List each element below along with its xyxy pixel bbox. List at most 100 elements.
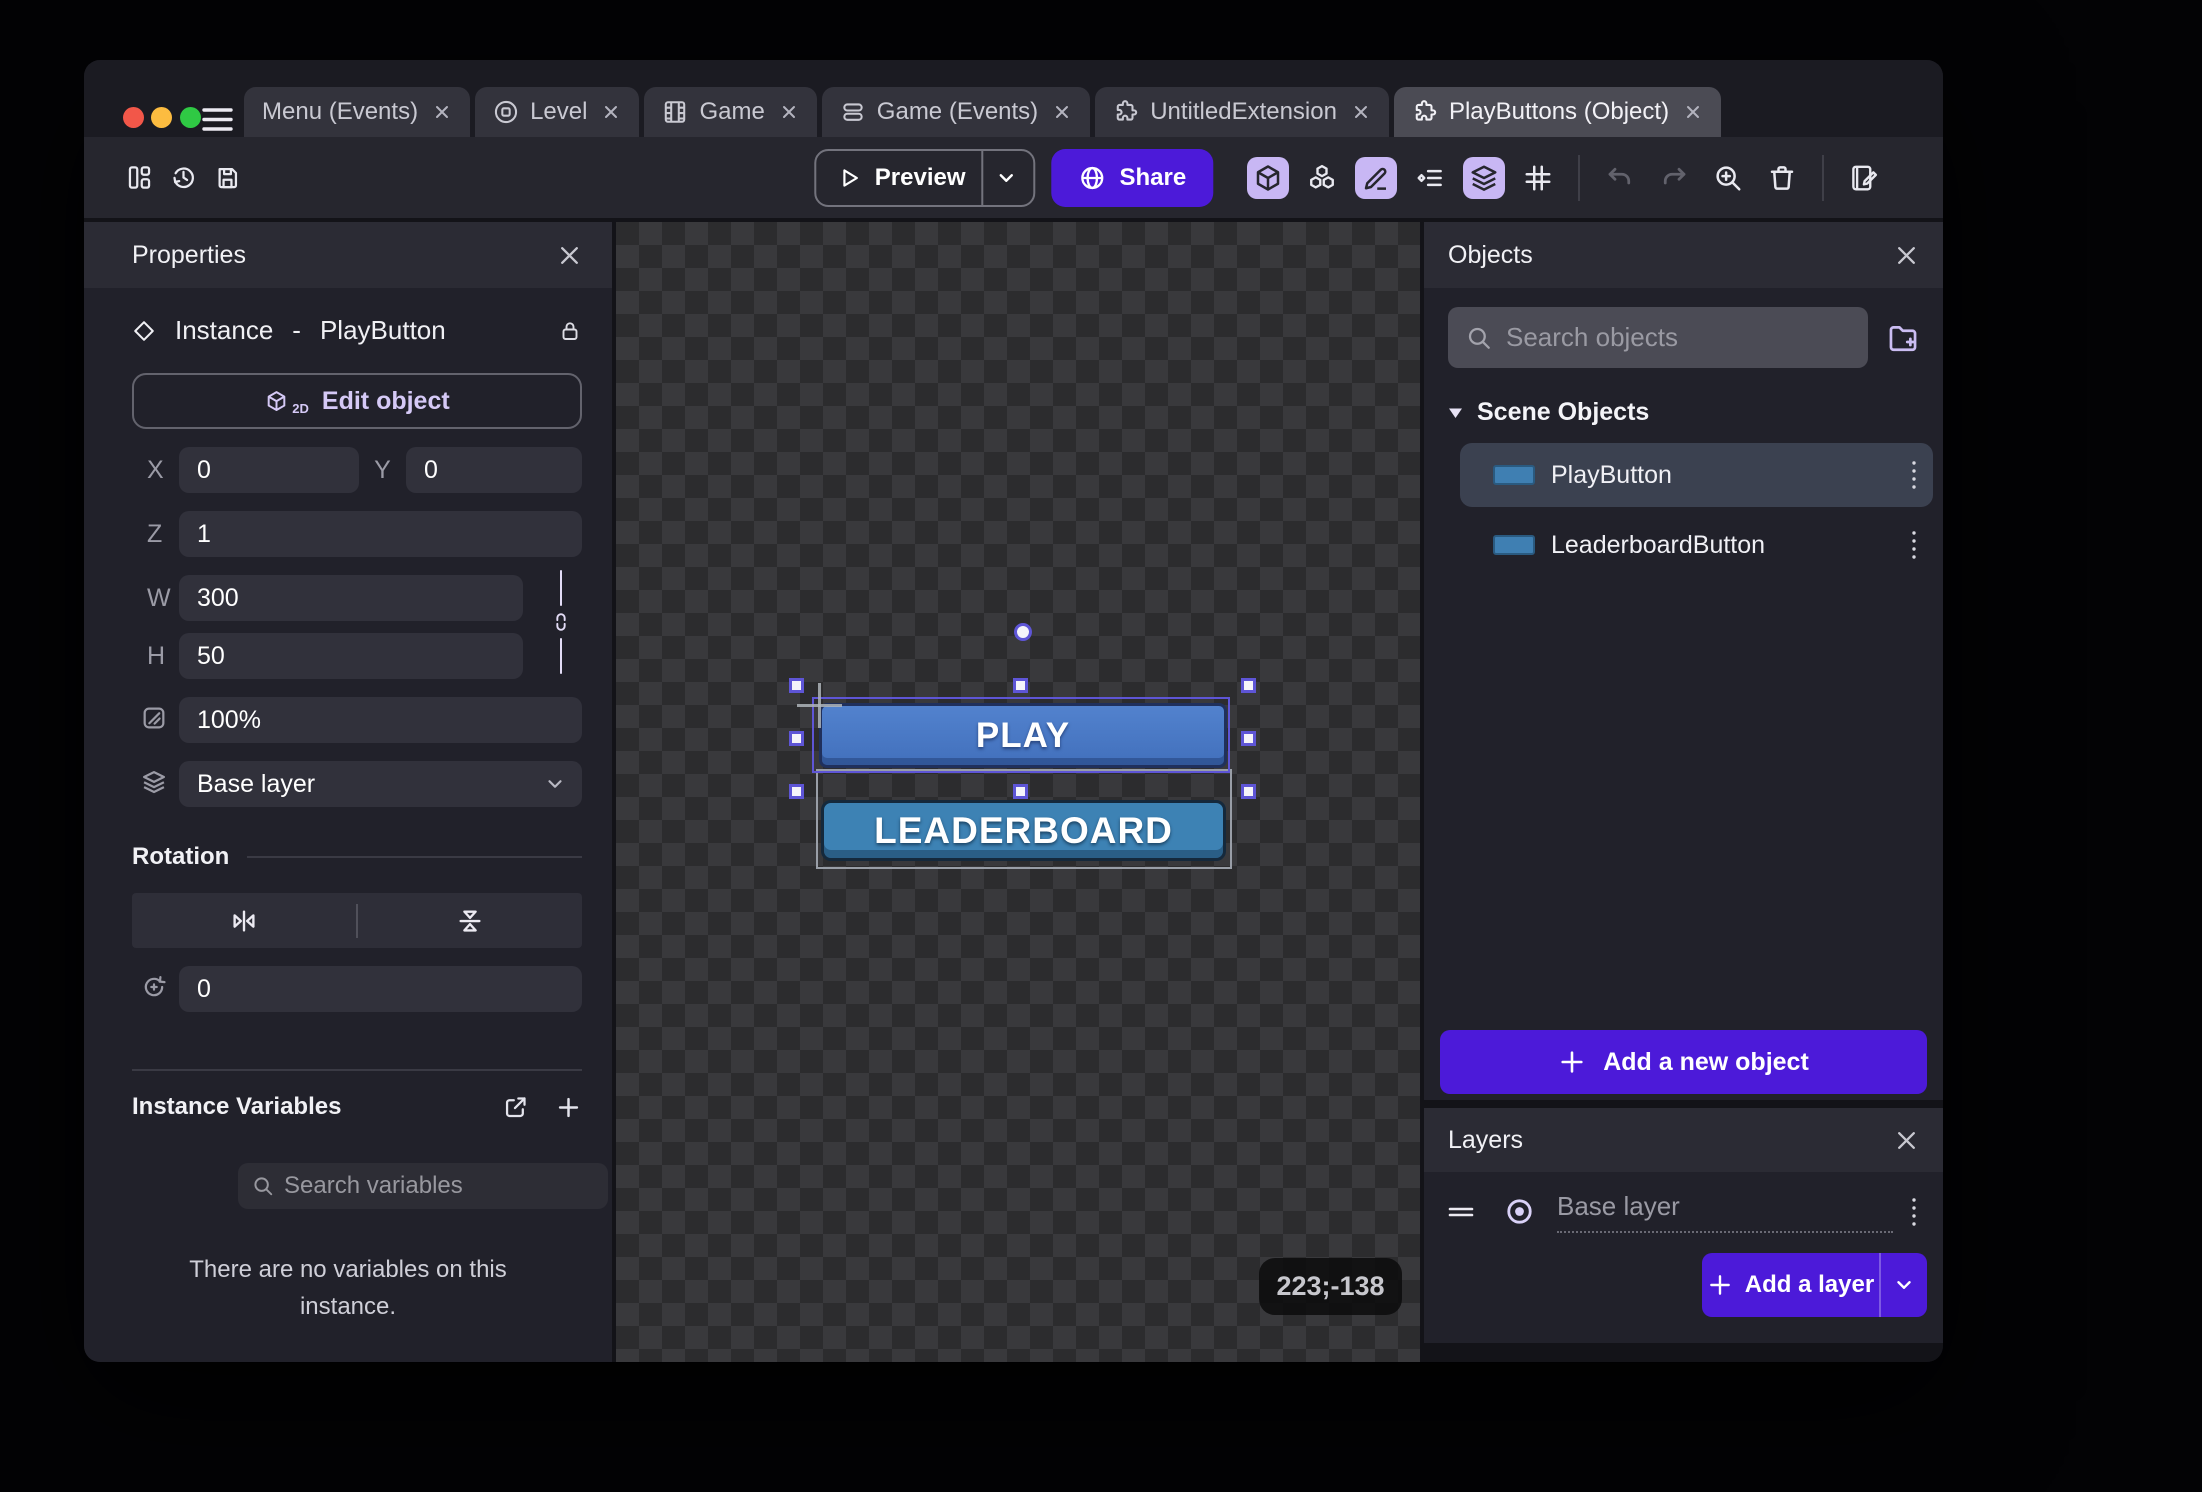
object-row-leaderboardbutton[interactable]: LeaderboardButton [1460,513,1933,577]
lock-icon[interactable] [558,319,582,343]
add-layer-main[interactable]: Add a layer [1702,1271,1879,1299]
tab-untitled-extension[interactable]: UntitledExtension [1095,87,1389,137]
close-icon[interactable] [432,102,452,122]
scene-objects-group[interactable]: Scene Objects [1448,398,1919,427]
resize-handle-mid-left[interactable] [789,731,804,746]
divider [1578,155,1580,201]
search-objects-input[interactable] [1506,322,1850,353]
open-external-icon[interactable] [502,1094,529,1121]
properties-panel-header: Properties [84,222,612,288]
chevron-down-icon[interactable] [996,167,1018,189]
resize-handle-bottom-right[interactable] [1241,784,1256,799]
opacity-field[interactable] [179,697,582,743]
layer-select-value: Base layer [197,770,315,799]
rotation-field[interactable] [179,966,582,1012]
add-layer-dropdown[interactable] [1881,1274,1927,1296]
resize-handle-mid-right[interactable] [1241,731,1256,746]
scene-canvas[interactable]: LEADERBOARD PLAY 223;-138 [616,222,1420,1362]
box-3d-icon[interactable] [1247,157,1289,199]
globe-icon [1079,164,1107,192]
search-icon [252,1175,274,1197]
tab-playbuttons-object[interactable]: PlayButtons (Object) [1394,87,1721,137]
events-notebook-icon[interactable] [1843,157,1885,199]
close-icon[interactable] [1894,1128,1919,1153]
window-minimize-button[interactable] [151,107,172,128]
edit-pencil-icon[interactable] [1355,157,1397,199]
resize-handle-top-right[interactable] [1241,678,1256,693]
close-icon[interactable] [557,243,582,268]
y-field[interactable] [406,447,582,493]
close-icon[interactable] [1683,102,1703,122]
resize-handle-bottom-left[interactable] [789,784,804,799]
resize-handle-bottom-center[interactable] [1013,784,1028,799]
share-label: Share [1120,164,1187,192]
link-chain-icon [550,611,572,633]
search-objects-box[interactable] [1448,307,1868,368]
more-options-icon[interactable] [1909,528,1919,562]
layer-visibility-icon[interactable] [1504,1196,1535,1227]
add-layer-button[interactable]: Add a layer [1702,1253,1927,1317]
tab-game-events[interactable]: Game (Events) [822,87,1090,137]
z-field[interactable] [179,511,582,557]
divider [247,856,582,858]
add-variable-icon[interactable] [555,1094,582,1121]
width-field[interactable] [179,575,523,621]
objects-cubes-icon[interactable] [1301,157,1343,199]
divider [982,151,984,205]
caret-down-icon [1448,407,1463,419]
window-zoom-button[interactable] [180,107,201,128]
edit-object-button[interactable]: 2D Edit object [132,373,582,429]
close-icon[interactable] [779,102,799,122]
layer-row-base-layer[interactable]: Base layer [1448,1183,1919,1240]
flip-horizontal-button[interactable] [132,906,356,936]
grid-icon[interactable] [1517,157,1559,199]
redo-icon[interactable] [1653,157,1695,199]
play-button-sprite[interactable]: PLAY [819,703,1227,768]
resize-handle-top-left[interactable] [789,678,804,693]
share-button[interactable]: Share [1052,149,1214,207]
rotation-handle[interactable] [1014,623,1032,641]
width-row: W [132,575,582,621]
layer-select[interactable]: Base layer [179,761,582,807]
toolbar-left-group [126,164,241,191]
flip-vertical-button[interactable] [358,906,582,936]
layers-icon[interactable] [1463,157,1505,199]
add-layer-label: Add a layer [1745,1271,1874,1299]
preview-button[interactable]: Preview [814,149,1036,207]
trash-icon[interactable] [1761,157,1803,199]
search-variables-box[interactable] [238,1163,608,1209]
window-close-button[interactable] [123,107,144,128]
save-icon[interactable] [214,164,241,191]
drag-handle-icon[interactable] [1448,1204,1474,1220]
instance-variables-toolbar [132,1163,582,1209]
add-new-object-button[interactable]: Add a new object [1440,1030,1927,1094]
search-variables-input[interactable] [284,1172,594,1200]
close-icon[interactable] [1894,243,1919,268]
cube-2d-icon [264,389,289,414]
height-field[interactable] [179,633,523,679]
leaderboard-button-sprite[interactable]: LEADERBOARD [821,800,1226,861]
add-folder-icon[interactable] [1886,321,1920,355]
object-row-playbutton[interactable]: PlayButton [1460,443,1933,507]
tab-level[interactable]: Level [475,87,639,137]
tab-menu-events[interactable]: Menu (Events) [244,87,470,137]
lock-aspect-ratio-toggle[interactable] [546,570,576,690]
instance-variables-title: Instance Variables [132,1093,476,1121]
close-icon[interactable] [1052,102,1072,122]
zoom-in-icon[interactable] [1707,157,1749,199]
resize-handle-top-center[interactable] [1013,678,1028,693]
home-layout-icon[interactable] [126,164,153,191]
menu-hamburger-icon[interactable] [202,106,233,133]
x-field[interactable] [179,447,359,493]
layer-name-field[interactable]: Base layer [1557,1191,1893,1233]
close-icon[interactable] [1351,102,1371,122]
instance-diamond-icon [132,319,156,343]
more-options-icon[interactable] [1909,458,1919,492]
tab-game[interactable]: Game [644,87,816,137]
properties-list-icon[interactable] [1409,157,1451,199]
undo-icon[interactable] [1599,157,1641,199]
close-icon[interactable] [601,102,621,122]
position-row: X Y [132,447,582,493]
more-options-icon[interactable] [1909,1195,1919,1229]
history-icon[interactable] [170,164,197,191]
